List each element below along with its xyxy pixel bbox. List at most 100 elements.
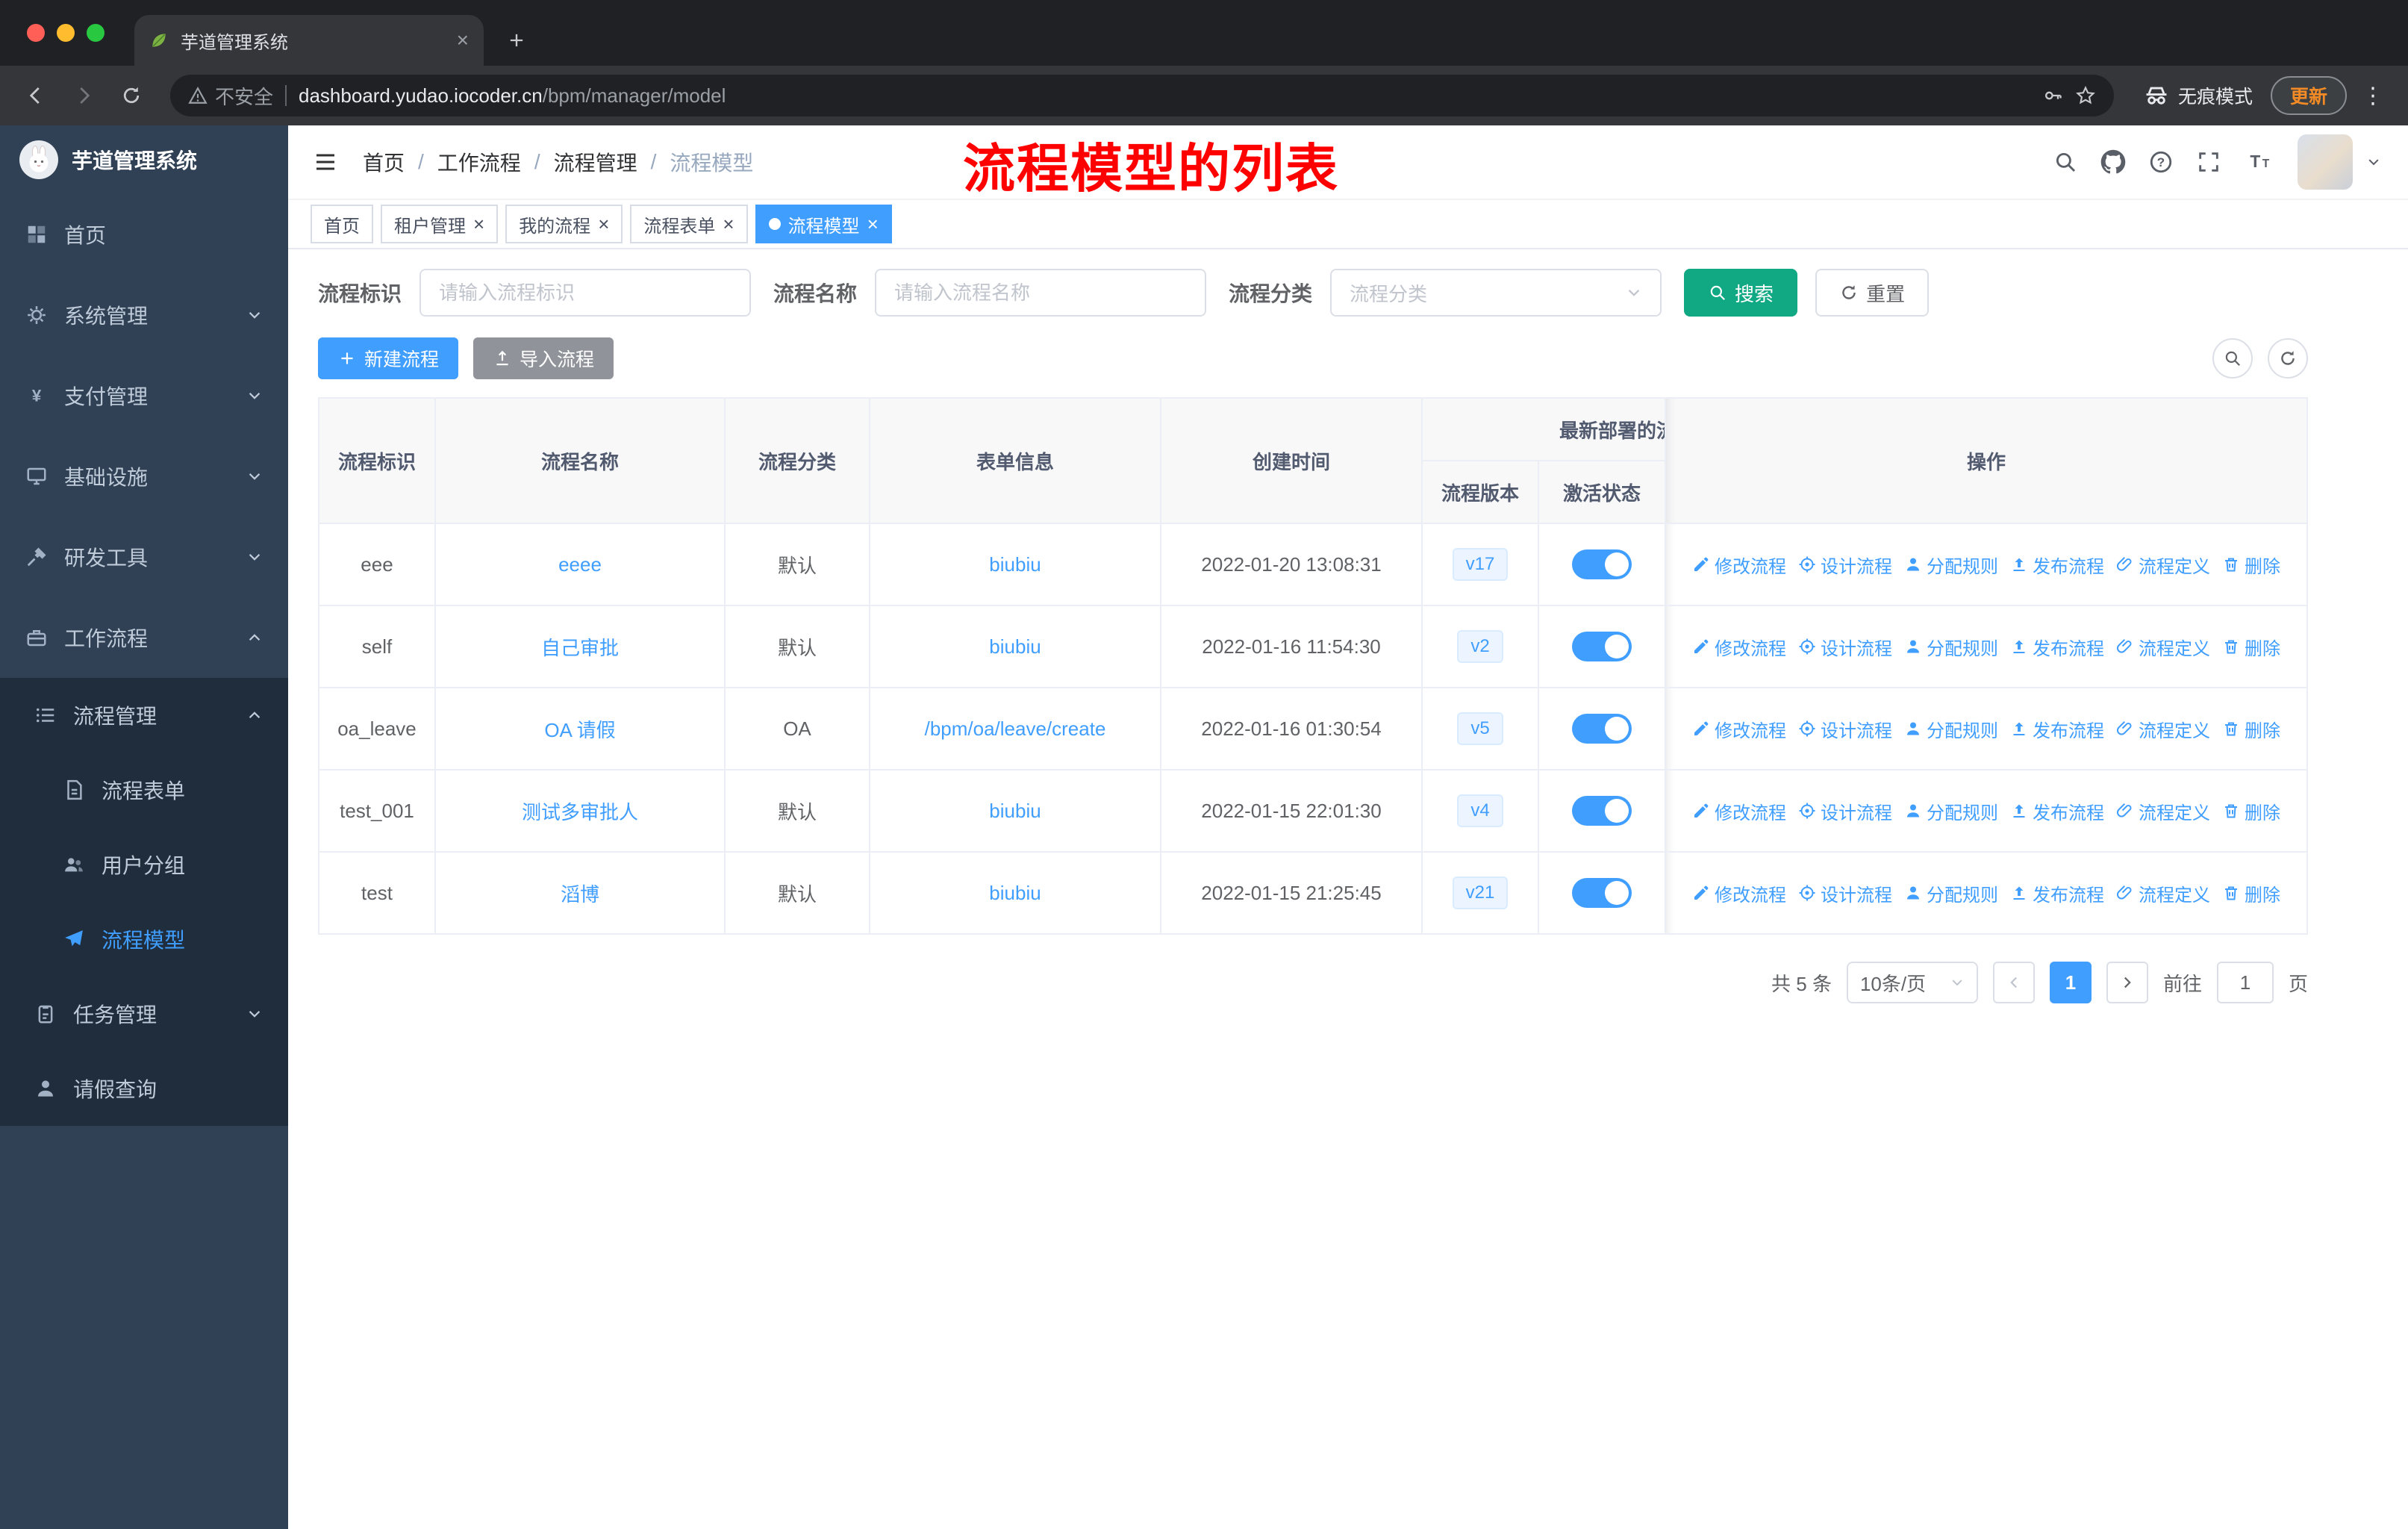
zoom-window-button[interactable]: [87, 24, 105, 42]
form-info-link[interactable]: biubiu: [989, 882, 1041, 904]
breadcrumb-workflow[interactable]: 工作流程: [437, 147, 521, 177]
reset-button[interactable]: 重置: [1815, 269, 1930, 317]
action-design-process[interactable]: 设计流程: [1798, 880, 1892, 906]
version-badge[interactable]: v21: [1452, 876, 1509, 909]
action-assign-rule[interactable]: 分配规则: [1904, 634, 1998, 660]
refresh-table-button[interactable]: [2268, 338, 2308, 379]
bookmark-star-icon[interactable]: [2075, 85, 2096, 106]
fullscreen-icon[interactable]: [2196, 149, 2221, 175]
prev-page-button[interactable]: [1992, 962, 2035, 1003]
action-process-definition[interactable]: 流程定义: [2116, 552, 2210, 578]
action-assign-rule[interactable]: 分配规则: [1904, 716, 1998, 742]
category-select[interactable]: 流程分类: [1330, 269, 1662, 317]
breadcrumb-home[interactable]: 首页: [363, 147, 405, 177]
action-process-definition[interactable]: 流程定义: [2116, 716, 2210, 742]
reload-button[interactable]: [110, 75, 152, 116]
version-badge[interactable]: v4: [1457, 794, 1503, 827]
breadcrumb-process-management[interactable]: 流程管理: [554, 147, 637, 177]
process-name-link[interactable]: 自己审批: [541, 637, 619, 659]
tab-close-icon[interactable]: ×: [457, 30, 469, 51]
form-info-link[interactable]: biubiu: [989, 553, 1041, 576]
sidebar-item-task-management[interactable]: 任务管理: [0, 977, 288, 1051]
action-edit-process[interactable]: 修改流程: [1692, 716, 1786, 742]
process-name-link[interactable]: OA 请假: [544, 719, 615, 741]
sidebar-item-workflow[interactable]: 工作流程: [0, 597, 288, 678]
search-button[interactable]: 搜索: [1684, 269, 1798, 317]
sidebar-item-process-form[interactable]: 流程表单: [0, 753, 288, 827]
action-delete[interactable]: 删除: [2222, 716, 2280, 742]
page-number-button[interactable]: 1: [2049, 962, 2092, 1003]
sidebar-item-infrastructure[interactable]: 基础设施: [0, 436, 288, 517]
active-toggle[interactable]: [1572, 796, 1632, 826]
sidebar-item-process-management[interactable]: 流程管理: [0, 678, 288, 753]
avatar[interactable]: [2298, 134, 2353, 190]
update-button[interactable]: 更新: [2270, 76, 2347, 115]
action-assign-rule[interactable]: 分配规则: [1904, 880, 1998, 906]
form-info-link[interactable]: biubiu: [989, 800, 1041, 822]
active-toggle[interactable]: [1572, 632, 1632, 661]
process-name-link[interactable]: eeee: [558, 553, 602, 576]
browser-tab[interactable]: 芋道管理系统 ×: [134, 15, 484, 66]
active-toggle[interactable]: [1572, 714, 1632, 744]
action-publish-process[interactable]: 发布流程: [2010, 716, 2104, 742]
action-assign-rule[interactable]: 分配规则: [1904, 798, 1998, 824]
action-edit-process[interactable]: 修改流程: [1692, 634, 1786, 660]
action-process-definition[interactable]: 流程定义: [2116, 880, 2210, 906]
action-edit-process[interactable]: 修改流程: [1692, 880, 1786, 906]
sidebar-item-system[interactable]: 系统管理: [0, 275, 288, 355]
search-icon[interactable]: [2053, 149, 2078, 175]
address-bar[interactable]: 不安全 dashboard.yudao.iocoder.cn/bpm/manag…: [170, 75, 2114, 116]
active-toggle[interactable]: [1572, 878, 1632, 908]
action-publish-process[interactable]: 发布流程: [2010, 552, 2104, 578]
action-publish-process[interactable]: 发布流程: [2010, 798, 2104, 824]
process-id-input[interactable]: [419, 269, 752, 317]
action-delete[interactable]: 删除: [2222, 634, 2280, 660]
active-toggle[interactable]: [1572, 549, 1632, 579]
action-design-process[interactable]: 设计流程: [1798, 716, 1892, 742]
process-name-link[interactable]: 测试多审批人: [522, 801, 638, 823]
minimize-window-button[interactable]: [57, 24, 75, 42]
action-process-definition[interactable]: 流程定义: [2116, 634, 2210, 660]
help-icon[interactable]: [2148, 149, 2174, 175]
action-delete[interactable]: 删除: [2222, 552, 2280, 578]
close-icon[interactable]: ×: [598, 214, 609, 234]
forward-button[interactable]: [63, 75, 105, 116]
hamburger-icon[interactable]: [288, 125, 363, 199]
page-size-select[interactable]: 10条/页: [1846, 962, 1978, 1003]
process-name-input[interactable]: [875, 269, 1207, 317]
process-name-link[interactable]: 滔博: [561, 883, 599, 906]
tag-home[interactable]: 首页: [311, 205, 373, 243]
sidebar-item-user-group[interactable]: 用户分组: [0, 827, 288, 902]
goto-page-input[interactable]: [2216, 962, 2274, 1003]
sidebar-item-process-model[interactable]: 流程模型: [0, 902, 288, 977]
close-window-button[interactable]: [27, 24, 45, 42]
form-info-link[interactable]: biubiu: [989, 635, 1041, 658]
toggle-search-button[interactable]: [2212, 338, 2253, 379]
import-process-button[interactable]: 导入流程: [473, 337, 614, 379]
action-publish-process[interactable]: 发布流程: [2010, 634, 2104, 660]
action-delete[interactable]: 删除: [2222, 798, 2280, 824]
next-page-button[interactable]: [2106, 962, 2148, 1003]
close-icon[interactable]: ×: [723, 214, 734, 234]
caret-down-icon[interactable]: [2366, 155, 2381, 169]
security-label[interactable]: 不安全: [215, 82, 273, 110]
version-badge[interactable]: v5: [1457, 712, 1503, 745]
sidebar-item-payment[interactable]: 支付管理: [0, 355, 288, 436]
close-icon[interactable]: ×: [473, 214, 484, 234]
action-edit-process[interactable]: 修改流程: [1692, 552, 1786, 578]
action-assign-rule[interactable]: 分配规则: [1904, 552, 1998, 578]
sidebar-item-leave-query[interactable]: 请假查询: [0, 1051, 288, 1126]
github-icon[interactable]: [2100, 149, 2126, 175]
font-size-icon[interactable]: [2244, 149, 2275, 175]
action-design-process[interactable]: 设计流程: [1798, 552, 1892, 578]
version-badge[interactable]: v2: [1457, 630, 1503, 663]
action-design-process[interactable]: 设计流程: [1798, 798, 1892, 824]
sidebar-item-devtools[interactable]: 研发工具: [0, 517, 288, 597]
back-button[interactable]: [15, 75, 57, 116]
tag-my-process[interactable]: 我的流程 ×: [505, 205, 623, 243]
action-design-process[interactable]: 设计流程: [1798, 634, 1892, 660]
tag-process-form[interactable]: 流程表单 ×: [630, 205, 748, 243]
action-delete[interactable]: 删除: [2222, 880, 2280, 906]
close-icon[interactable]: ×: [867, 214, 879, 234]
form-info-link[interactable]: /bpm/oa/leave/create: [925, 717, 1106, 740]
